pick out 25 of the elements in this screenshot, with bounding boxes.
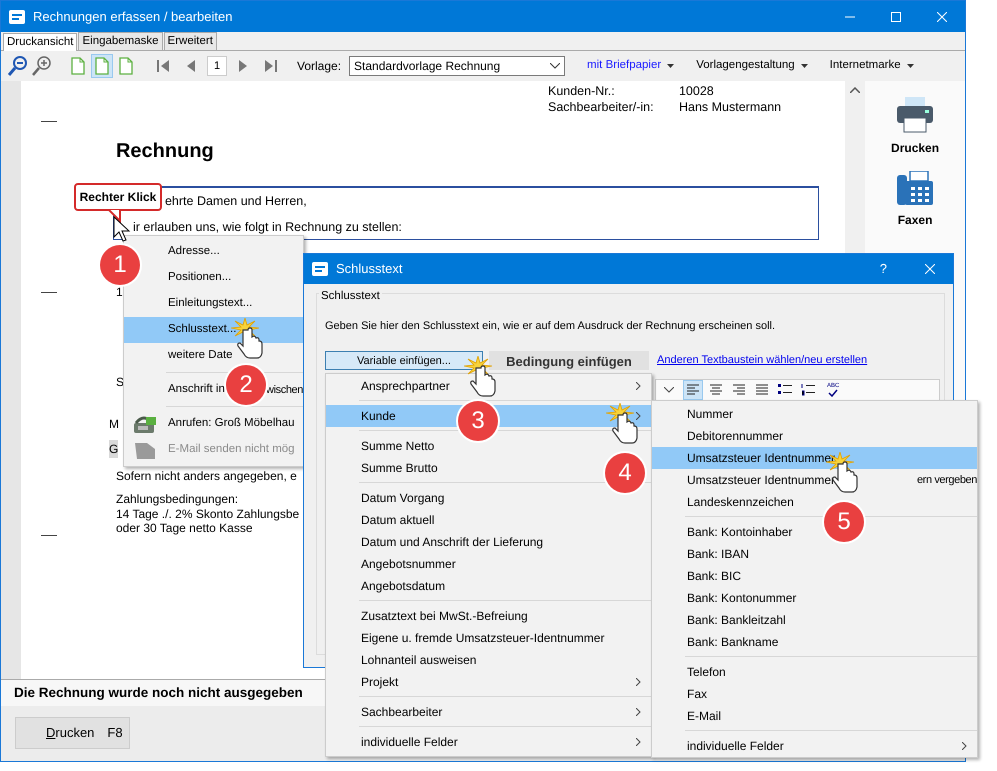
step-number: 1 bbox=[100, 245, 140, 285]
instruction-text: Geben Sie hier den Schlusstext ein, wie er auf dem Ausdruck der Rechnung erscheinen soll. bbox=[325, 319, 776, 334]
text-line: Zahlungsbedingungen: bbox=[116, 492, 238, 506]
field-label: Kunden-Nr.: bbox=[548, 83, 616, 99]
field-value: 10028 bbox=[678, 83, 715, 99]
text-line: 14 Tage ./. 2% Skonto Zahlungsbe bbox=[116, 506, 300, 521]
step-number: 3 bbox=[458, 401, 498, 441]
text-line: oder 30 Tage netto Kasse bbox=[116, 521, 253, 536]
text-line: ehrte Damen und Herren, bbox=[164, 193, 307, 210]
window-title: Rechnungen erfassen / bearbeiten bbox=[33, 8, 234, 26]
step-number: 2 bbox=[226, 365, 266, 405]
field-value: Hans Mustermann bbox=[678, 99, 782, 115]
text-line: ir erlauben uns, wie folgt in Rechnung zu stellen: bbox=[132, 219, 402, 236]
menu-item-text: ern vergeben bbox=[916, 472, 977, 488]
document-title: Rechnung bbox=[116, 139, 215, 163]
text-line: M bbox=[108, 416, 119, 432]
menu-item-text: wischen bbox=[266, 382, 303, 398]
template-label: Vorlage: bbox=[297, 58, 342, 75]
step-number: 5 bbox=[824, 502, 864, 542]
text-line: S bbox=[116, 374, 124, 390]
step-number: 4 bbox=[605, 453, 645, 493]
text-line: Sofern nicht anders angegeben, e bbox=[116, 468, 297, 484]
text-line: 1 bbox=[116, 284, 123, 300]
dialog-title: Schlusstext bbox=[336, 260, 404, 278]
field-label: Sachbearbeiter/-in: bbox=[548, 99, 655, 115]
